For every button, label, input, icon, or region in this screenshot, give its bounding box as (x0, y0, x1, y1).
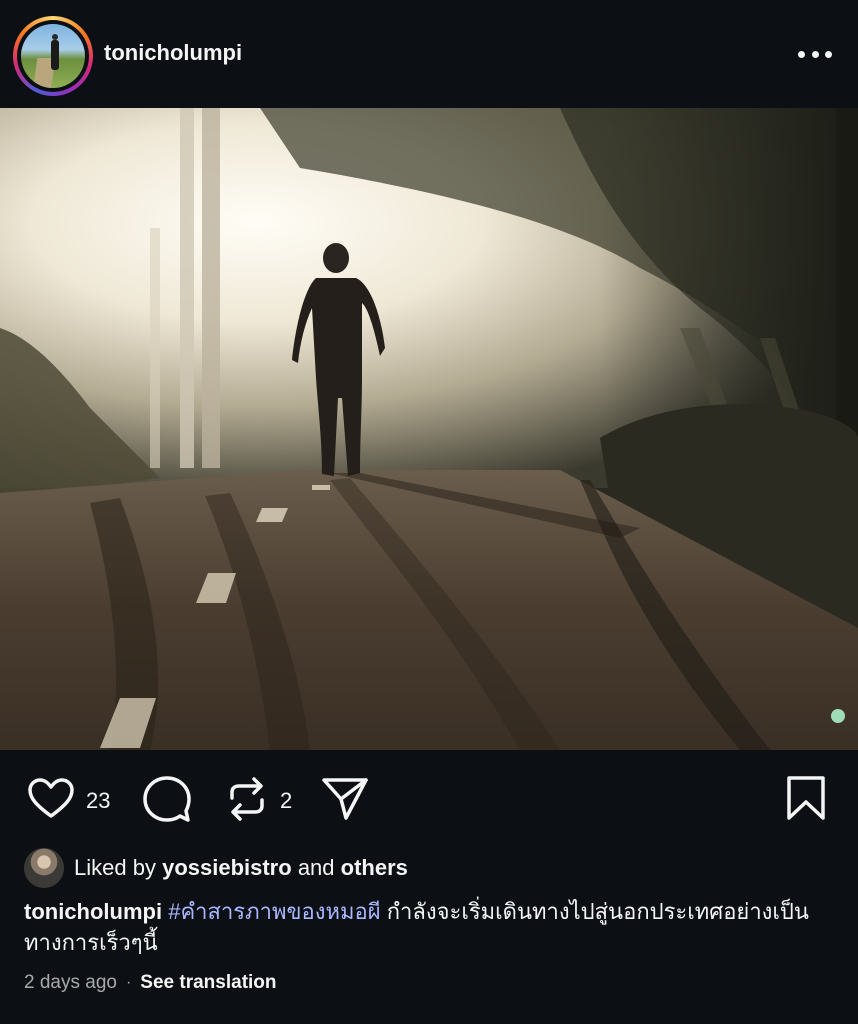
repost-count[interactable]: 2 (280, 788, 292, 814)
post-timestamp: 2 days ago (24, 972, 117, 993)
post-caption: tonicholumpi #คำสารภาพของหมอผี กำลังจะเร… (24, 896, 834, 958)
liked-by-and: and (297, 855, 335, 880)
avatar-image (21, 24, 85, 88)
share-button[interactable] (320, 774, 370, 829)
caption-hashtag[interactable]: #คำสารภาพของหมอผี (168, 899, 380, 924)
caption-username[interactable]: tonicholumpi (24, 899, 162, 924)
liked-by-row: Liked by yossiebistro and others (24, 848, 824, 888)
like-count[interactable]: 23 (86, 788, 110, 814)
liked-by-others[interactable]: others (341, 855, 408, 880)
share-icon (322, 778, 368, 820)
repost-icon (230, 777, 264, 821)
repost-button[interactable] (222, 774, 272, 829)
profile-avatar[interactable] (13, 16, 93, 96)
bookmark-icon (787, 776, 825, 820)
more-dots-icon (798, 50, 805, 58)
liked-by-text[interactable]: Liked by yossiebistro and others (74, 855, 408, 881)
liked-by-user[interactable]: yossiebistro (162, 855, 292, 880)
post-header: tonicholumpi (0, 0, 858, 108)
comment-icon (143, 776, 191, 822)
see-translation-button[interactable]: See translation (140, 972, 276, 994)
post-meta: 2 days ago · See translation (24, 970, 277, 996)
comment-button[interactable] (142, 774, 192, 829)
liker-avatar[interactable] (24, 848, 64, 888)
heart-icon (28, 778, 74, 818)
post-image[interactable] (0, 108, 858, 750)
bookmark-button[interactable] (784, 774, 828, 829)
meta-separator: · (125, 974, 132, 991)
more-options-button[interactable] (798, 44, 832, 64)
post-username[interactable]: tonicholumpi (104, 40, 242, 66)
liked-by-prefix: Liked by (74, 855, 156, 880)
post-actions: 23 2 (0, 760, 858, 840)
like-button[interactable] (26, 774, 76, 829)
